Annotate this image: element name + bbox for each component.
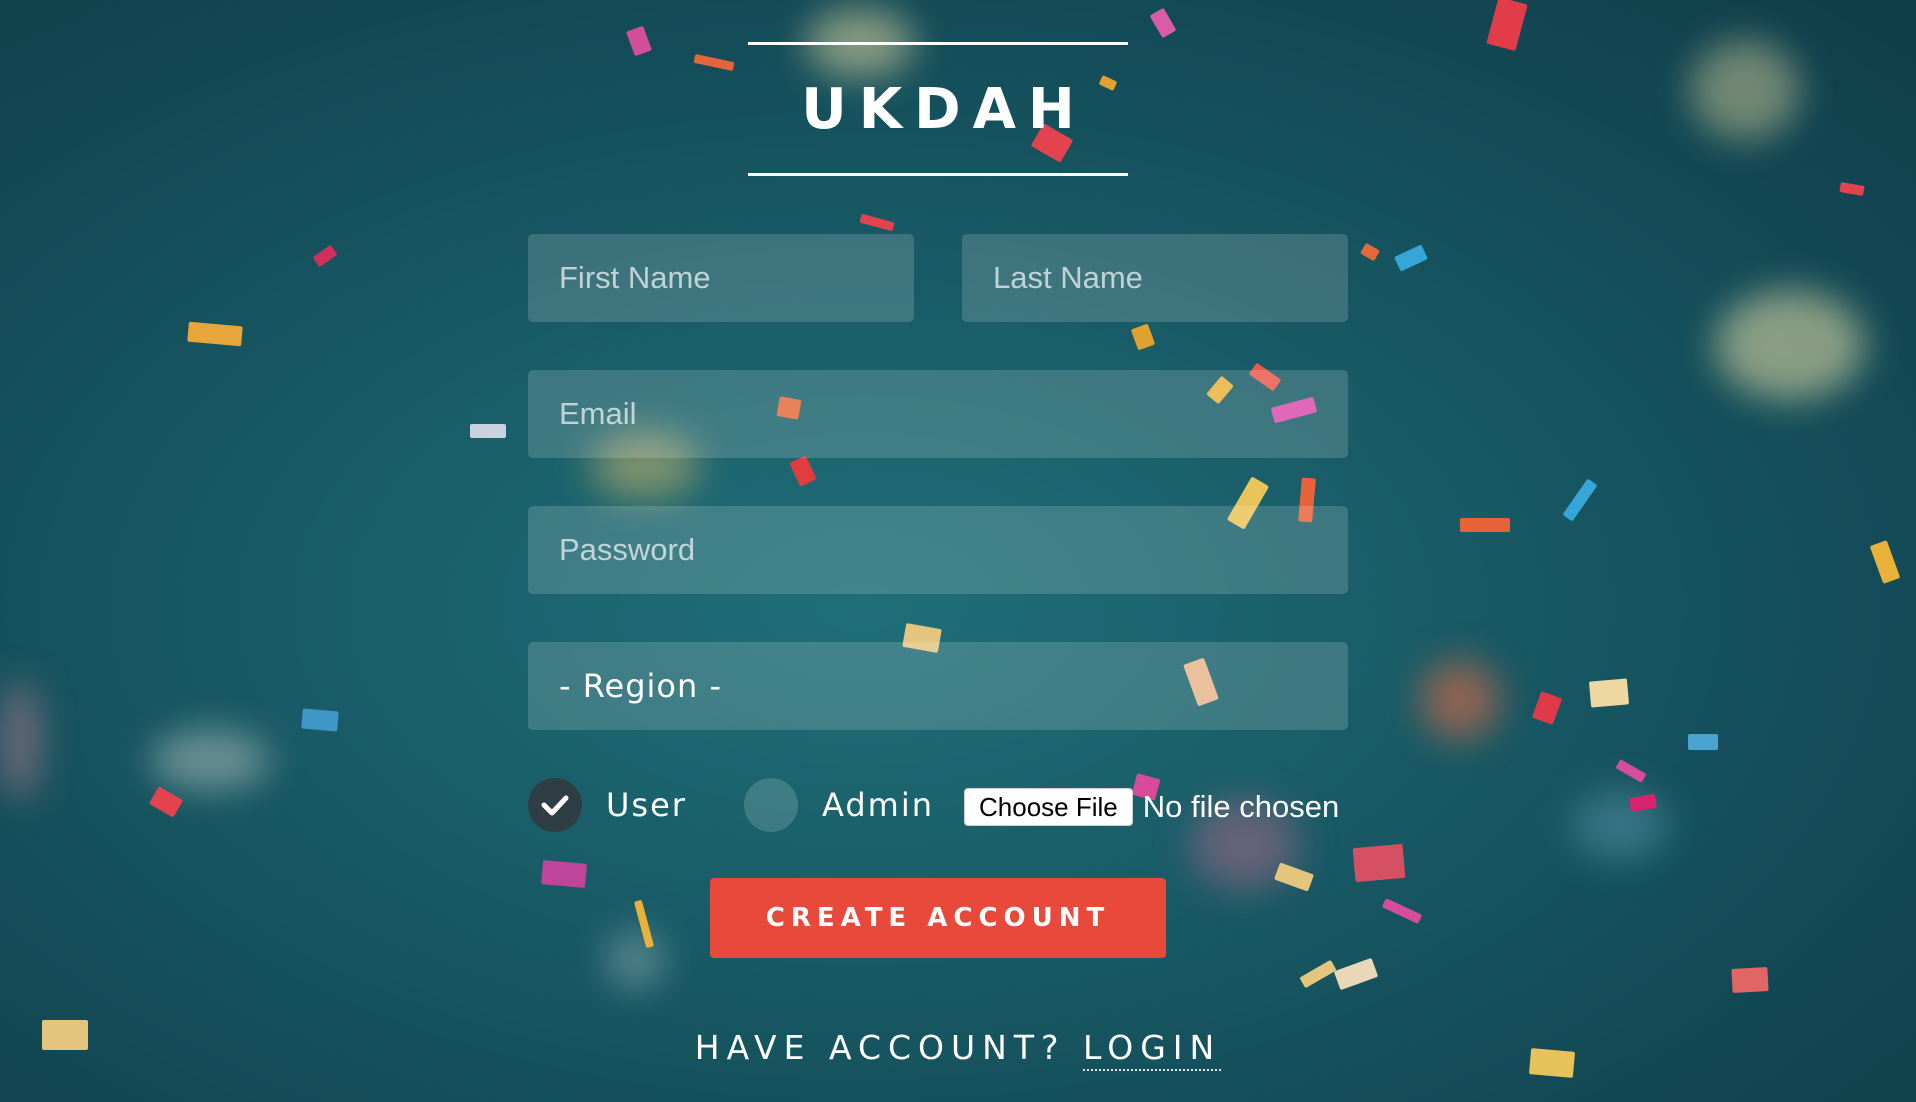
region-select-value: - Region - <box>559 667 722 705</box>
bokeh-blob <box>1690 40 1800 140</box>
password-input[interactable] <box>559 506 1348 594</box>
confetti-piece <box>187 321 243 347</box>
password-field[interactable] <box>528 506 1348 594</box>
confetti-piece <box>1731 967 1769 993</box>
confetti-piece <box>541 860 587 888</box>
radio-unchecked-indicator <box>744 778 798 832</box>
checkmark-icon <box>541 795 569 816</box>
confetti-piece <box>693 53 735 72</box>
radio-checked-indicator <box>528 778 582 832</box>
confetti-piece <box>1299 959 1337 989</box>
confetti-piece <box>626 25 652 57</box>
confetti-piece <box>789 455 817 487</box>
bokeh-blob <box>1715 290 1865 400</box>
confetti-piece <box>1130 323 1156 351</box>
bokeh-blob <box>605 930 665 990</box>
region-select[interactable]: - Region - <box>528 642 1348 730</box>
file-upload: Choose File No file chosen <box>964 788 1339 826</box>
role-radio-admin-label: Admin <box>822 786 934 824</box>
confetti-piece <box>1274 862 1314 892</box>
email-input[interactable] <box>559 370 1348 458</box>
bokeh-blob <box>1420 660 1500 740</box>
confetti-piece <box>312 244 338 268</box>
brand-header: UKDAH <box>748 42 1128 176</box>
confetti-piece <box>1615 759 1647 783</box>
confetti-piece <box>1360 242 1380 262</box>
confetti-piece <box>1588 678 1630 708</box>
have-account-text: HAVE ACCOUNT? <box>694 1028 1066 1067</box>
choose-file-button[interactable]: Choose File <box>964 788 1133 826</box>
bokeh-blob <box>0 680 40 800</box>
confetti-piece <box>1333 957 1379 991</box>
confetti-piece <box>1381 898 1423 924</box>
last-name-input[interactable] <box>993 234 1348 322</box>
confetti-piece <box>1486 0 1528 52</box>
role-radio-user-label: User <box>606 786 687 824</box>
confetti-piece <box>1352 843 1406 883</box>
brand-title: UKDAH <box>801 76 1087 142</box>
create-account-label: CREATE ACCOUNT <box>765 903 1111 933</box>
confetti-piece <box>148 786 184 818</box>
first-name-input[interactable] <box>559 234 914 322</box>
confetti-piece <box>1869 540 1901 584</box>
role-radio-user[interactable]: User <box>528 778 687 832</box>
first-name-field[interactable] <box>528 234 914 322</box>
confetti-piece <box>1531 691 1563 725</box>
role-radio-admin[interactable]: Admin <box>744 778 934 832</box>
create-account-button[interactable]: CREATE ACCOUNT <box>710 878 1166 958</box>
confetti-piece <box>859 213 895 232</box>
confetti-piece <box>1149 7 1177 39</box>
login-prompt: HAVE ACCOUNT? LOGIN <box>0 1028 1916 1071</box>
confetti-piece <box>1394 244 1428 272</box>
confetti-piece <box>470 424 506 438</box>
confetti-piece <box>1562 478 1598 522</box>
bokeh-blob <box>150 730 270 790</box>
confetti-piece <box>1688 734 1718 750</box>
confetti-piece <box>1839 181 1865 197</box>
login-link[interactable]: LOGIN <box>1083 1028 1222 1071</box>
file-status-text: No file chosen <box>1142 789 1340 824</box>
confetti-piece <box>1460 518 1510 532</box>
email-field[interactable] <box>528 370 1348 458</box>
confetti-piece <box>301 708 339 732</box>
last-name-field[interactable] <box>962 234 1348 322</box>
